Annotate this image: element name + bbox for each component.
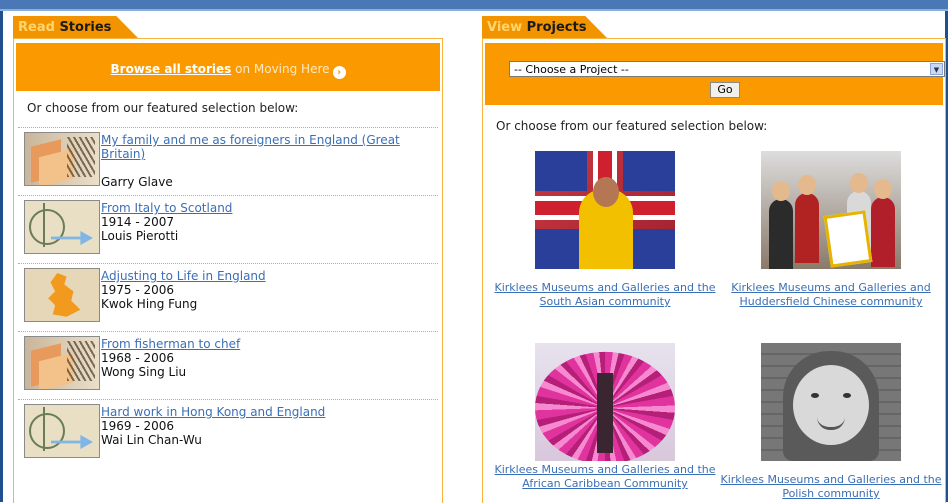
divider [18,127,438,128]
story-title-link[interactable]: From fisherman to chef [101,337,401,351]
photo-thumbnail-icon[interactable] [24,132,100,186]
read-stories-tab: Read Stories [13,16,139,39]
project-link[interactable]: Kirklees Museums and Galleries and the P… [717,473,945,501]
story-title-link[interactable]: My family and me as foreigners in Englan… [101,133,401,161]
project-link[interactable]: Kirklees Museums and Galleries and the A… [491,463,719,491]
project-photo[interactable] [761,343,901,461]
arrow-circle-icon[interactable]: › [332,66,346,79]
story-author: Wong Sing Liu [101,365,187,379]
project-photo[interactable] [761,151,901,269]
story-item: From fisherman to chef 1968 - 2006 Wong … [24,333,436,393]
divider [18,331,438,332]
story-author: Garry Glave [101,175,173,189]
project-photo[interactable] [535,343,675,461]
top-frame-line [0,9,948,11]
project-link[interactable]: Kirklees Museums and Galleries and Hudde… [717,281,945,309]
project-item: Kirklees Museums and Galleries and the A… [491,343,719,491]
story-author: Louis Pierotti [101,229,179,243]
browse-all-stories-link[interactable]: Browse all stories [111,62,232,76]
story-item: Hard work in Hong Kong and England 1969 … [24,401,436,461]
story-author: Wai Lin Chan-Wu [101,433,202,447]
tab-word-stories: Stories [59,20,112,35]
browse-suffix: on Moving Here [231,62,330,76]
story-title-link[interactable]: Adjusting to Life in England [101,269,401,283]
project-item: Kirklees Museums and Galleries and Hudde… [717,151,945,309]
project-dropdown-value: -- Choose a Project -- [514,63,629,76]
story-years: 1914 - 2007 [101,215,175,229]
story-item: My family and me as foreigners in Englan… [24,129,436,189]
tab-word-read: Read [18,20,55,35]
story-years: 1975 - 2006 [101,283,175,297]
divider [18,399,438,400]
project-link[interactable]: Kirklees Museums and Galleries and the S… [491,281,719,309]
story-years: 1969 - 2006 [101,419,175,433]
project-item: Kirklees Museums and Galleries and the S… [491,151,719,309]
featured-projects-text: Or choose from our featured selection be… [496,119,768,133]
story-title-link[interactable]: From Italy to Scotland [101,201,401,215]
project-dropdown[interactable]: -- Choose a Project -- ▼ [509,61,945,77]
left-frame-edge [0,11,3,502]
chevron-down-icon[interactable]: ▼ [930,63,943,75]
browse-line: Browse all stories on Moving Here › [16,62,440,79]
view-projects-tab: View Projects [482,16,608,39]
project-item: Kirklees Museums and Galleries and the P… [717,343,945,501]
project-select-banner: -- Choose a Project -- ▼ Go [485,43,945,105]
divider [18,195,438,196]
stories-panel: Browse all stories on Moving Here › Or ch… [13,38,443,503]
story-years: 1968 - 2006 [101,351,175,365]
map-thumbnail-icon[interactable] [24,404,100,458]
photo-thumbnail-icon[interactable] [24,336,100,390]
story-title-link[interactable]: Hard work in Hong Kong and England [101,405,401,419]
top-frame-bar [0,0,948,9]
story-author: Kwok Hing Fung [101,297,198,311]
browse-banner: Browse all stories on Moving Here › [16,43,440,91]
tab-word-view: View [487,20,523,35]
story-item: Adjusting to Life in England 1975 - 2006… [24,265,436,325]
tab-word-projects: Projects [526,20,587,35]
story-item: From Italy to Scotland 1914 - 2007 Louis… [24,197,436,257]
map-thumbnail-icon[interactable] [24,200,100,254]
go-button[interactable]: Go [710,82,740,98]
uk-map-thumbnail-icon[interactable] [24,268,100,322]
projects-panel: -- Choose a Project -- ▼ Go Or choose fr… [482,38,946,503]
project-photo[interactable] [535,151,675,269]
divider [18,263,438,264]
featured-stories-text: Or choose from our featured selection be… [27,101,299,115]
